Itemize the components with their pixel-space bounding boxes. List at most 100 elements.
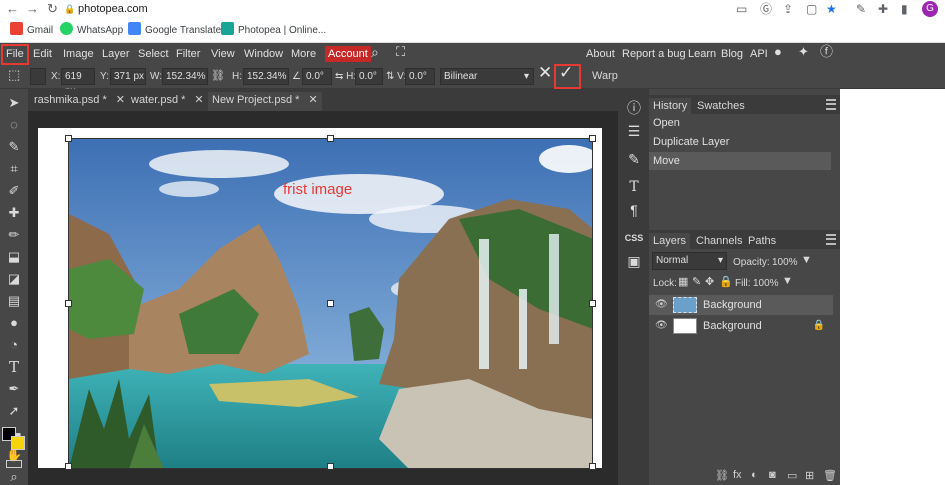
crop-tool-icon[interactable]: ⌗	[6, 161, 22, 177]
pen-extension-icon[interactable]: ✎	[856, 1, 866, 17]
transform-tool-icon[interactable]: ⬚	[8, 68, 20, 81]
menu-about[interactable]: About	[586, 47, 615, 61]
css-icon[interactable]: CSS	[624, 228, 644, 248]
forward-icon[interactable]: →	[26, 1, 39, 17]
character-icon[interactable]: T	[624, 177, 644, 197]
tab-layers[interactable]: Layers	[649, 233, 691, 249]
eyedropper-icon[interactable]: ✐	[6, 183, 22, 199]
transform-handle-top-right[interactable]	[589, 135, 596, 142]
visibility-eye-icon[interactable]: 👁	[655, 295, 668, 315]
tab-search-icon[interactable]: ▢	[806, 1, 817, 17]
background-color-swatch[interactable]	[11, 436, 25, 450]
share-icon[interactable]: ⇪	[783, 1, 793, 17]
new-group-icon[interactable]: ▭	[787, 469, 797, 482]
x-field[interactable]: 619 px	[61, 68, 95, 97]
pen-tool-icon[interactable]: ✒	[6, 381, 22, 397]
tab-paths[interactable]: Paths	[744, 233, 780, 249]
link-icon[interactable]: ⛓	[211, 70, 225, 83]
menu-window[interactable]: Window	[244, 47, 283, 61]
bookmark-gmail[interactable]: Gmail	[10, 22, 53, 39]
brush-settings-icon[interactable]: ✎	[624, 149, 644, 169]
extensions-puzzle-icon[interactable]: ✚	[878, 1, 888, 17]
transform-handle-right[interactable]	[589, 300, 596, 307]
panel-menu-icon[interactable]	[826, 99, 836, 110]
keyboard-icon[interactable]	[6, 460, 22, 468]
layer-row[interactable]: 👁 Background 🔒	[649, 316, 833, 336]
account-button[interactable]: Account	[325, 46, 371, 62]
sidebar-icon[interactable]: ▮	[901, 1, 908, 17]
fullscreen-icon[interactable]: ⛶	[396, 45, 405, 59]
delete-layer-icon[interactable]: 🗑	[823, 469, 837, 482]
transform-handle-bottom-right[interactable]	[589, 463, 596, 470]
lock-position-icon[interactable]: ✥	[705, 276, 714, 289]
profile-avatar[interactable]: G	[922, 1, 938, 17]
healing-brush-icon[interactable]: ✚	[6, 205, 22, 221]
cancel-transform-button[interactable]: ✕	[538, 64, 552, 81]
interpolation-select[interactable]: Bilinear ▾	[440, 68, 534, 85]
lasso-tool-icon[interactable]: ◌	[6, 117, 22, 133]
image-icon[interactable]: ▣	[624, 251, 644, 271]
layer-effects-icon[interactable]: fx	[733, 469, 742, 481]
menu-edit[interactable]: Edit	[33, 47, 52, 61]
transform-handle-bottom-left[interactable]	[65, 463, 72, 470]
transform-handle-bottom[interactable]	[327, 463, 334, 470]
lock-pixels-icon[interactable]: ✎	[692, 276, 701, 289]
back-icon[interactable]: ←	[6, 1, 19, 17]
stamp-tool-icon[interactable]: ⬓	[6, 249, 22, 265]
cast-icon[interactable]: ▭	[736, 1, 747, 17]
menu-learn[interactable]: Learn	[688, 47, 716, 61]
move-tool-icon[interactable]: ➤	[6, 95, 22, 111]
zoom-tool-icon[interactable]: ⌕	[6, 469, 22, 485]
menu-view[interactable]: View	[211, 47, 235, 61]
menu-filter[interactable]: Filter	[176, 47, 200, 61]
angle-field[interactable]: 0.0°	[302, 68, 332, 85]
blend-mode-select[interactable]: Normal ▾	[652, 252, 727, 270]
transform-handle-center[interactable]	[327, 300, 334, 307]
transform-handle-top-left[interactable]	[65, 135, 72, 142]
quick-select-icon[interactable]: ✎	[6, 139, 22, 155]
tab-new-project[interactable]: New Project.psd * ✕	[208, 92, 322, 111]
menu-image[interactable]: Image	[63, 47, 94, 61]
address-bar[interactable]: photopea.com	[78, 1, 148, 17]
search-icon[interactable]: ⌕	[371, 45, 379, 59]
eraser-tool-icon[interactable]: ◪	[6, 271, 22, 287]
brush-tool-icon[interactable]: ✏	[6, 227, 22, 243]
visibility-eye-icon[interactable]: 👁	[655, 316, 668, 336]
history-item[interactable]: Move	[649, 152, 831, 170]
reference-point-icon[interactable]	[30, 68, 46, 85]
link-layers-icon[interactable]: ⛓	[715, 469, 729, 482]
history-item[interactable]: Open	[649, 114, 831, 132]
tab-rashmika[interactable]: rashmika.psd * ✕	[30, 92, 129, 111]
lock-all-icon[interactable]: 🔒	[719, 276, 733, 289]
menu-api[interactable]: API	[750, 47, 768, 61]
paragraph-icon[interactable]: ¶	[624, 200, 644, 220]
close-icon[interactable]: ✕	[308, 94, 317, 106]
tab-swatches[interactable]: Swatches	[693, 98, 749, 114]
fill-dropdown-icon[interactable]: ▼	[782, 275, 793, 288]
panel-menu-icon[interactable]	[826, 234, 836, 245]
height-field[interactable]: 152.34%	[243, 68, 289, 85]
transform-handle-left[interactable]	[65, 300, 72, 307]
width-field[interactable]: 152.34%	[162, 68, 208, 85]
hskew-field[interactable]: 0.0°	[355, 68, 383, 85]
tab-history[interactable]: History	[649, 98, 692, 114]
gradient-tool-icon[interactable]: ▤	[6, 293, 22, 309]
adjustment-layer-icon[interactable]: ◐	[751, 469, 758, 481]
reddit-icon[interactable]: ●	[774, 45, 782, 59]
bookmark-whatsapp[interactable]: WhatsApp	[60, 22, 123, 39]
dodge-tool-icon[interactable]: ◔	[6, 337, 22, 353]
tab-channels[interactable]: Channels	[692, 233, 746, 249]
history-item[interactable]: Duplicate Layer	[649, 133, 831, 151]
reload-icon[interactable]: ↻	[47, 1, 58, 17]
info-icon[interactable]: ⓘ	[624, 98, 644, 118]
new-layer-icon[interactable]: ⊞	[805, 469, 814, 482]
vskew-field[interactable]: 0.0°	[405, 68, 435, 85]
tab-water[interactable]: water.psd * ✕	[127, 92, 208, 111]
menu-blog[interactable]: Blog	[721, 47, 743, 61]
menu-report-bug[interactable]: Report a bug	[622, 47, 686, 61]
close-icon[interactable]: ✕	[116, 94, 125, 106]
twitter-icon[interactable]: ✦	[798, 45, 809, 59]
blur-tool-icon[interactable]: ●	[6, 315, 22, 331]
lock-icon[interactable]: 🔒	[64, 1, 75, 17]
y-field[interactable]: 371 px	[110, 68, 146, 85]
